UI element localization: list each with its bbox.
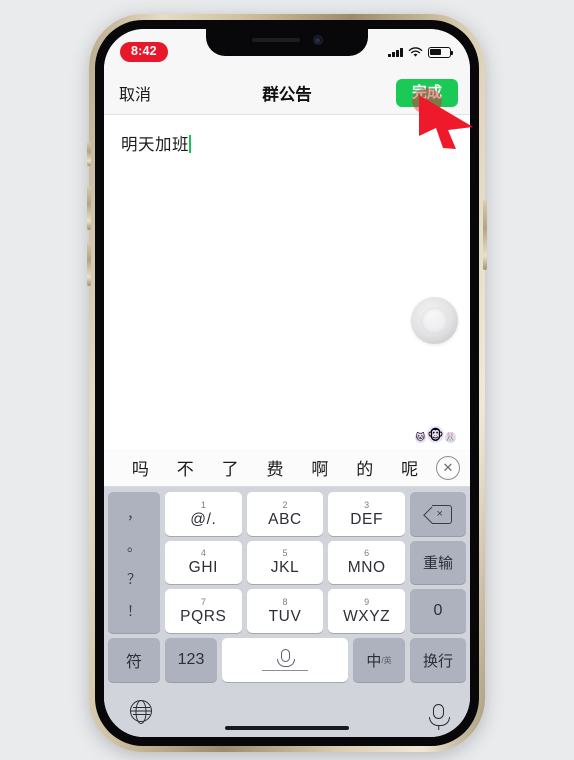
assistive-touch-button[interactable] bbox=[411, 297, 458, 344]
comma-key-label: ， bbox=[127, 506, 141, 523]
key-letters: JKL bbox=[270, 559, 300, 577]
power-button[interactable] bbox=[483, 200, 487, 270]
question-key-label: ？ bbox=[127, 570, 141, 587]
key-grid: ， 。 ？ ！ 1 @/. 2 ABC 3 DEF 4 GHI 5 JKL 6 … bbox=[108, 492, 466, 634]
wifi-icon bbox=[408, 46, 423, 57]
cat-emoji-icon: 🐱 bbox=[415, 432, 426, 443]
volume-up-button[interactable] bbox=[87, 186, 91, 230]
key-number: 9 bbox=[364, 596, 370, 607]
key-letters: TUV bbox=[268, 607, 302, 625]
candidate-item[interactable]: 吗 bbox=[118, 455, 163, 480]
key-8[interactable]: 8 TUV bbox=[246, 589, 324, 634]
recording-time-badge: 8:42 bbox=[120, 42, 168, 62]
phone-bezel: 8:42 取消 群公告 完成 明天加班 🐱 🐵 🐰 吗 不 了 费 啊 的 呢 … bbox=[95, 20, 479, 746]
phone-screen: 8:42 取消 群公告 完成 明天加班 🐱 🐵 🐰 吗 不 了 费 啊 的 呢 … bbox=[104, 29, 470, 737]
key-letters: GHI bbox=[188, 559, 219, 577]
numeric-key-columns: 1 @/. 2 ABC 3 DEF 4 GHI 5 JKL 6 MNO 7 PQ… bbox=[165, 492, 406, 634]
status-indicators bbox=[388, 46, 454, 58]
notch bbox=[206, 29, 368, 56]
home-indicator[interactable] bbox=[225, 725, 349, 730]
key-letters: @/. bbox=[190, 510, 217, 528]
key-0[interactable]: 0 bbox=[410, 589, 466, 634]
redo-key[interactable]: 重输 bbox=[410, 540, 466, 585]
candidate-item[interactable]: 了 bbox=[208, 455, 253, 480]
key-number: 7 bbox=[200, 596, 206, 607]
keyboard-bottom-bar bbox=[104, 685, 470, 737]
language-toggle-key[interactable]: 中/英 bbox=[353, 638, 405, 682]
candidate-item[interactable]: 呢 bbox=[387, 455, 432, 480]
key-number: 8 bbox=[282, 596, 288, 607]
language-sub-label: /英 bbox=[381, 655, 392, 665]
key-1[interactable]: 1 @/. bbox=[165, 492, 242, 536]
key-3[interactable]: 3 DEF bbox=[328, 492, 406, 536]
space-key[interactable] bbox=[222, 638, 348, 682]
exclamation-key-label: ！ bbox=[127, 602, 141, 619]
editor-text-value: 明天加班 bbox=[121, 136, 189, 154]
cancel-button[interactable]: 取消 bbox=[119, 81, 151, 105]
symbols-key[interactable]: 符 bbox=[108, 638, 160, 682]
space-underline bbox=[262, 669, 308, 672]
key-letters: ABC bbox=[268, 510, 302, 528]
key-number: 1 bbox=[200, 499, 206, 510]
key-4[interactable]: 4 GHI bbox=[165, 540, 242, 585]
phone-device: 8:42 取消 群公告 完成 明天加班 🐱 🐵 🐰 吗 不 了 费 啊 的 呢 … bbox=[87, 14, 487, 752]
key-number: 4 bbox=[200, 548, 206, 559]
rabbit-emoji-icon: 🐰 bbox=[444, 432, 457, 443]
candidate-item[interactable]: 啊 bbox=[297, 455, 342, 480]
monkey-emoji-icon: 🐵 bbox=[427, 426, 444, 443]
newline-key[interactable]: 换行 bbox=[410, 638, 466, 682]
key-row: 7 PQRS 8 TUV 9 WXYZ bbox=[165, 589, 406, 634]
key-7[interactable]: 7 PQRS bbox=[165, 589, 242, 634]
key-area: ， 。 ？ ！ 1 @/. 2 ABC 3 DEF 4 GHI 5 JKL 6 … bbox=[104, 487, 470, 685]
front-camera bbox=[312, 35, 323, 45]
candidate-bar: 吗 不 了 费 啊 的 呢 ✕ bbox=[104, 449, 470, 487]
language-main-label: 中 bbox=[366, 652, 382, 670]
punctuation-key[interactable]: ， 。 ？ ！ bbox=[108, 492, 160, 633]
announcement-text-editor[interactable]: 明天加班 🐱 🐵 🐰 bbox=[104, 115, 470, 449]
navigation-bar: 取消 群公告 完成 bbox=[104, 71, 470, 115]
key-row: 4 GHI 5 JKL 6 MNO bbox=[165, 540, 406, 585]
backspace-key[interactable]: × bbox=[410, 492, 466, 536]
virtual-keyboard: 吗 不 了 费 啊 的 呢 ✕ ， 。 ？ ！ 1 @/. 2 ABC 3 DE… bbox=[104, 449, 470, 737]
battery-icon bbox=[428, 46, 454, 58]
dictation-microphone-icon[interactable] bbox=[428, 703, 450, 730]
key-number: 2 bbox=[282, 499, 288, 510]
key-2[interactable]: 2 ABC bbox=[246, 492, 324, 536]
candidate-item[interactable]: 的 bbox=[342, 455, 387, 480]
text-caret bbox=[189, 135, 191, 153]
silent-switch[interactable] bbox=[87, 142, 91, 166]
key-row: 1 @/. 2 ABC 3 DEF bbox=[165, 492, 406, 536]
signal-bars-icon bbox=[388, 47, 403, 57]
key-number: 6 bbox=[364, 548, 370, 559]
globe-icon[interactable] bbox=[130, 700, 152, 722]
candidate-item[interactable]: 费 bbox=[253, 455, 298, 480]
earpiece-speaker bbox=[251, 38, 300, 42]
numbers-key[interactable]: 123 bbox=[165, 638, 217, 682]
done-button[interactable]: 完成 bbox=[395, 78, 458, 107]
key-5[interactable]: 5 JKL bbox=[246, 540, 324, 585]
key-letters: MNO bbox=[347, 559, 386, 577]
candidate-list: 吗 不 了 费 啊 的 呢 bbox=[118, 455, 432, 480]
emoji-decoration-cluster: 🐱 🐵 🐰 bbox=[415, 426, 456, 443]
microphone-icon bbox=[277, 648, 295, 667]
key-letters: DEF bbox=[350, 510, 384, 528]
key-number: 3 bbox=[364, 499, 370, 510]
candidate-item[interactable]: 不 bbox=[163, 455, 208, 480]
keyboard-bottom-row: 符 123 中/英 换行 bbox=[108, 638, 466, 682]
key-letters: PQRS bbox=[180, 607, 227, 625]
key-letters: WXYZ bbox=[343, 607, 391, 625]
volume-down-button[interactable] bbox=[87, 242, 91, 286]
key-number: 5 bbox=[282, 548, 288, 559]
function-key-column: × 重输 0 bbox=[410, 492, 466, 634]
page-title: 群公告 bbox=[262, 85, 312, 104]
key-6[interactable]: 6 MNO bbox=[328, 540, 406, 585]
key-9[interactable]: 9 WXYZ bbox=[328, 589, 406, 634]
close-candidates-icon[interactable]: ✕ bbox=[436, 455, 460, 480]
delete-icon: × bbox=[426, 505, 452, 525]
period-key-label: 。 bbox=[127, 538, 141, 555]
